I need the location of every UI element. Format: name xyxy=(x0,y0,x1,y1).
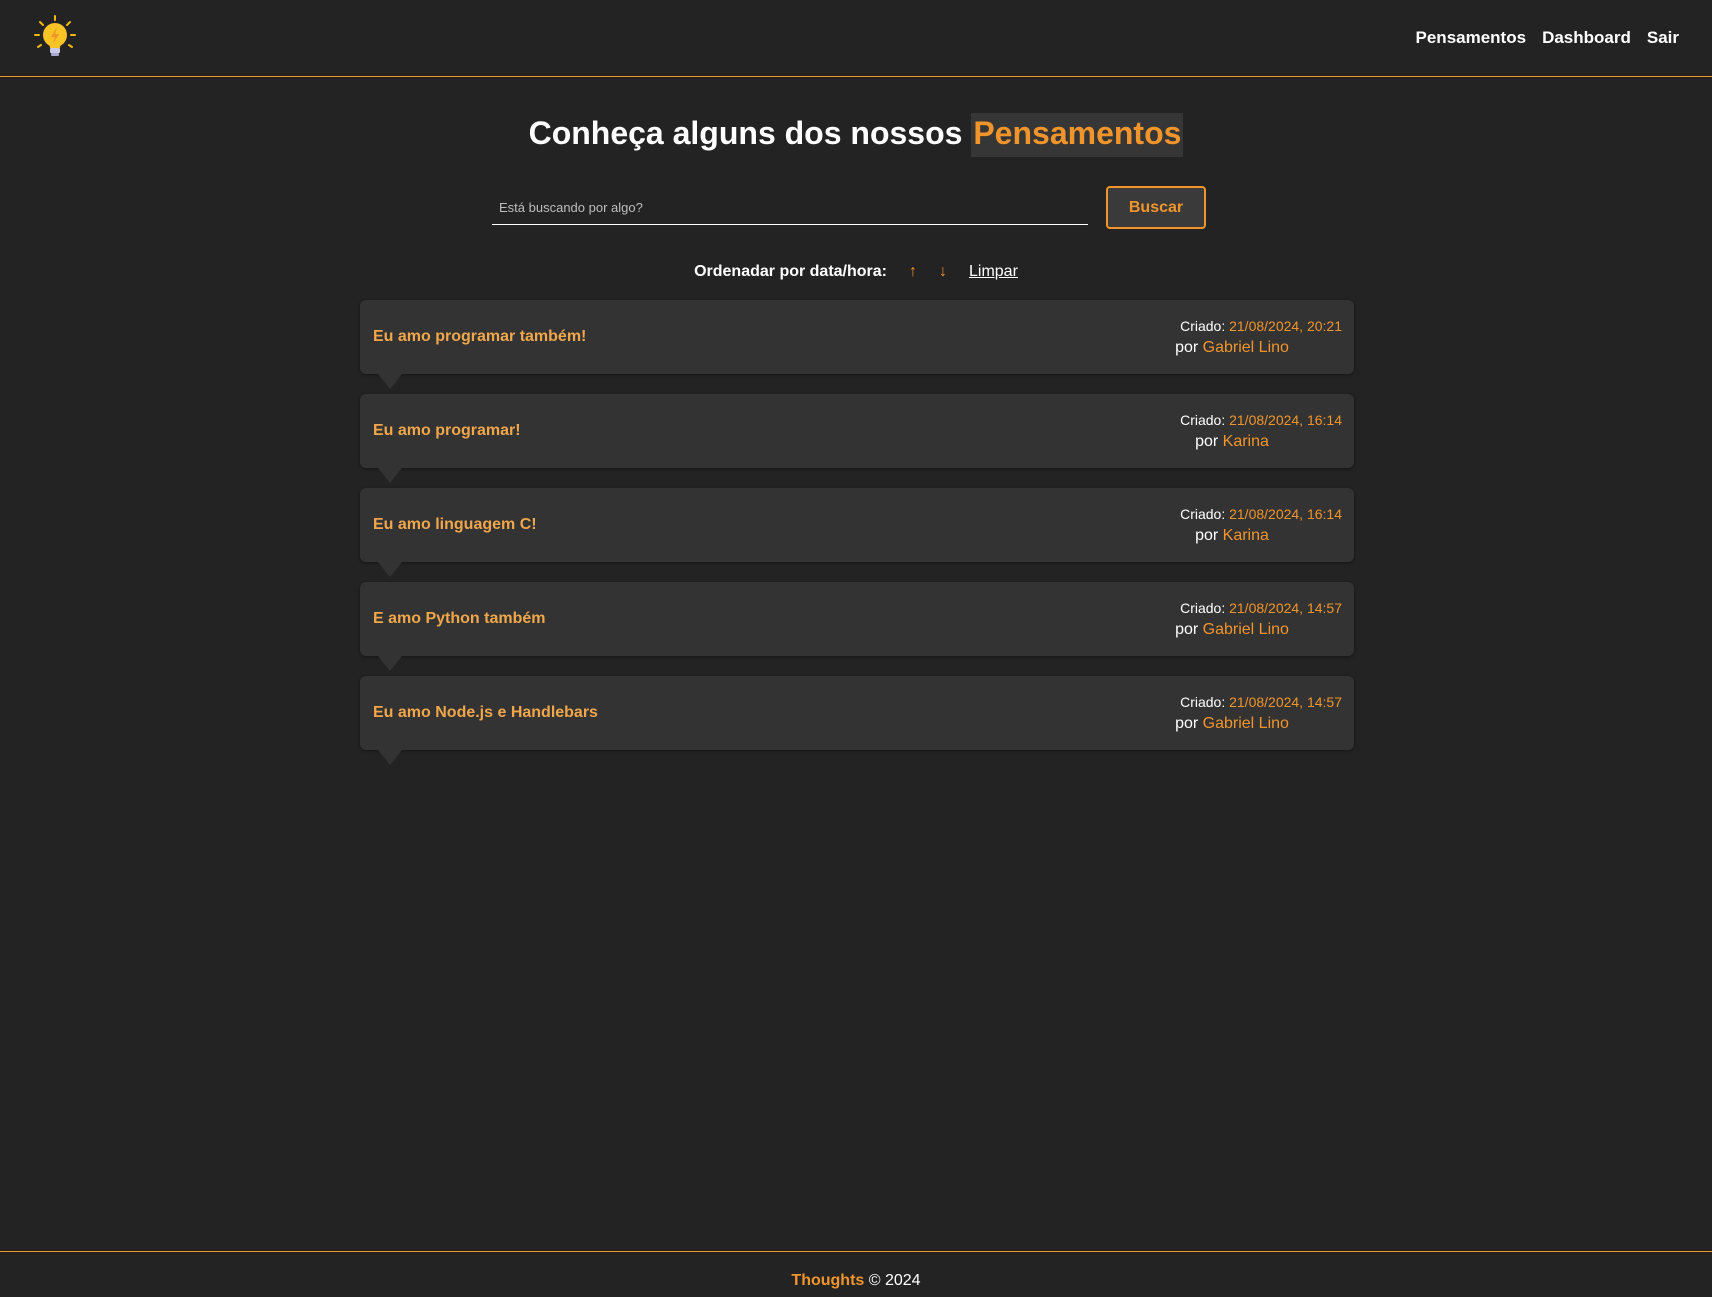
thought-card: Eu amo linguagem C! Criado: 21/08/2024, … xyxy=(360,488,1354,577)
nav-links: Pensamentos Dashboard Sair xyxy=(1416,28,1679,48)
page-title-prefix: Conheça alguns dos nossos xyxy=(528,115,963,151)
thought-title: Eu amo programar também! xyxy=(373,328,587,345)
footer-brand: Thoughts xyxy=(791,1272,865,1289)
by-label: por xyxy=(1175,621,1199,638)
sort-descending-icon[interactable]: ↓ xyxy=(939,263,947,281)
thought-date: 21/08/2024, 14:57 xyxy=(1229,600,1342,616)
thought-date: 21/08/2024, 16:14 xyxy=(1229,412,1342,428)
lightbulb-icon[interactable] xyxy=(32,14,78,60)
thought-meta: Criado: 21/08/2024, 20:21 por Gabriel Li… xyxy=(1122,318,1342,357)
thought-meta: Criado: 21/08/2024, 16:14 por Karina xyxy=(1122,412,1342,451)
order-label: Ordenadar por data/hora: xyxy=(694,263,887,280)
search-form: Buscar xyxy=(492,186,1206,232)
thought-title: Eu amo programar! xyxy=(373,422,521,439)
thought-author-line: por Gabriel Lino xyxy=(1122,621,1342,639)
thought-created: Criado: 21/08/2024, 16:14 xyxy=(1122,412,1342,428)
thought-card: Eu amo Node.js e Handlebars Criado: 21/0… xyxy=(360,676,1354,765)
thought-title: Eu amo Node.js e Handlebars xyxy=(373,704,598,721)
created-label: Criado: xyxy=(1180,694,1226,710)
thought-date: 21/08/2024, 16:14 xyxy=(1229,506,1342,522)
footer-copyright: © 2024 xyxy=(868,1272,921,1289)
thought-meta: Criado: 21/08/2024, 14:57 por Gabriel Li… xyxy=(1122,600,1342,639)
thought-author: Karina xyxy=(1222,433,1269,450)
order-bar: Ordenadar por data/hora: ↑ ↓ Limpar xyxy=(0,263,1712,281)
thought-date: 21/08/2024, 14:57 xyxy=(1229,694,1342,710)
thought-meta: Criado: 21/08/2024, 16:14 por Karina xyxy=(1122,506,1342,545)
created-label: Criado: xyxy=(1180,318,1226,334)
nav-link-sair[interactable]: Sair xyxy=(1647,28,1679,48)
thought-card: Eu amo programar! Criado: 21/08/2024, 16… xyxy=(360,394,1354,483)
page-title-accent: Pensamentos xyxy=(971,113,1184,157)
thought-created: Criado: 21/08/2024, 16:14 xyxy=(1122,506,1342,522)
thought-card: Eu amo programar também! Criado: 21/08/2… xyxy=(360,300,1354,389)
by-label: por xyxy=(1195,527,1219,544)
thought-author-line: por Gabriel Lino xyxy=(1122,715,1342,733)
by-label: por xyxy=(1175,339,1199,356)
created-label: Criado: xyxy=(1180,506,1226,522)
search-input[interactable] xyxy=(492,190,1088,225)
thought-created: Criado: 21/08/2024, 14:57 xyxy=(1122,600,1342,616)
footer: Thoughts © 2024 xyxy=(0,1251,1712,1297)
page-title: Conheça alguns dos nossos Pensamentos xyxy=(0,113,1712,157)
nav-link-dashboard[interactable]: Dashboard xyxy=(1542,28,1631,48)
clear-sort-link[interactable]: Limpar xyxy=(969,263,1018,281)
thought-author-line: por Karina xyxy=(1122,527,1342,545)
thought-author-line: por Karina xyxy=(1122,433,1342,451)
thought-created: Criado: 21/08/2024, 14:57 xyxy=(1122,694,1342,710)
navbar: Pensamentos Dashboard Sair xyxy=(0,0,1712,77)
by-label: por xyxy=(1195,433,1219,450)
created-label: Criado: xyxy=(1180,600,1226,616)
thought-date: 21/08/2024, 20:21 xyxy=(1229,318,1342,334)
nav-link-pensamentos[interactable]: Pensamentos xyxy=(1416,28,1527,48)
thought-author: Gabriel Lino xyxy=(1202,715,1289,732)
by-label: por xyxy=(1175,715,1199,732)
thought-meta: Criado: 21/08/2024, 14:57 por Gabriel Li… xyxy=(1122,694,1342,733)
thought-card: E amo Python também Criado: 21/08/2024, … xyxy=(360,582,1354,671)
thoughts-list: Eu amo programar também! Criado: 21/08/2… xyxy=(360,300,1354,770)
search-button[interactable]: Buscar xyxy=(1106,186,1206,229)
thought-created: Criado: 21/08/2024, 20:21 xyxy=(1122,318,1342,334)
thought-author: Karina xyxy=(1222,527,1269,544)
thought-author-line: por Gabriel Lino xyxy=(1122,339,1342,357)
thought-author: Gabriel Lino xyxy=(1202,621,1289,638)
thought-title: Eu amo linguagem C! xyxy=(373,516,537,533)
thought-title: E amo Python também xyxy=(373,610,546,627)
thought-author: Gabriel Lino xyxy=(1202,339,1289,356)
sort-ascending-icon[interactable]: ↑ xyxy=(909,263,917,281)
created-label: Criado: xyxy=(1180,412,1226,428)
